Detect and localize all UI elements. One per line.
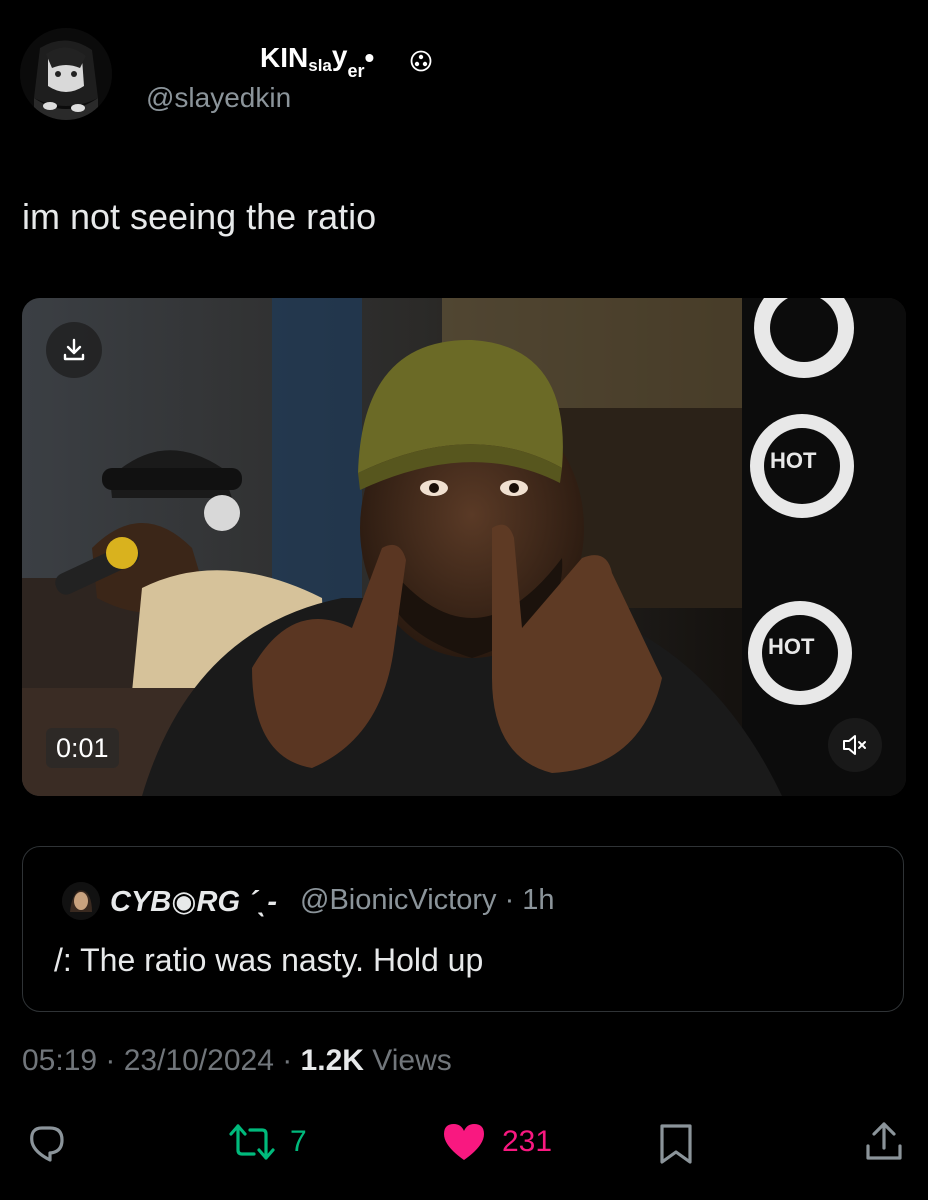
heart-filled-icon [444, 1124, 484, 1160]
bookmark-button[interactable] [656, 1122, 696, 1166]
retweet-button[interactable]: 7 [228, 1120, 307, 1164]
bookmark-icon [660, 1124, 692, 1164]
svg-text:HOT: HOT [768, 634, 815, 659]
author-avatar[interactable] [20, 28, 112, 120]
retweet-icon [229, 1124, 275, 1160]
quoted-tweet-text: /: The ratio was nasty. Hold up [54, 942, 484, 978]
share-icon [866, 1122, 902, 1160]
author-handle[interactable]: @slayedkin [146, 82, 291, 114]
views-label: Views [363, 1044, 452, 1077]
retweet-count: 7 [290, 1125, 307, 1158]
affiliation-badge-icon [410, 50, 432, 72]
download-button[interactable] [46, 322, 102, 378]
quoted-author-avatar[interactable] [62, 882, 100, 920]
reply-button[interactable] [24, 1122, 68, 1166]
share-button[interactable] [862, 1120, 906, 1164]
speaker-muted-icon [843, 735, 866, 755]
views-count: 1.2K [300, 1044, 364, 1077]
tweet-meta: 05:19 · 23/10/2024 · 1.2K Views [22, 1044, 452, 1078]
video-frame: HOT HOT [22, 298, 906, 796]
quoted-tweet-card[interactable] [22, 846, 904, 1012]
tweet-datetime[interactable]: 05:19 · 23/10/2024 · [22, 1044, 301, 1077]
like-count: 231 [502, 1125, 553, 1158]
download-icon [63, 338, 85, 361]
mute-button[interactable] [828, 718, 882, 772]
like-button[interactable]: 231 [440, 1120, 552, 1164]
svg-text:HOT: HOT [770, 448, 817, 473]
quoted-author-handle[interactable]: @BionicVictory · 1h [300, 884, 555, 917]
video-player[interactable]: HOT HOT [22, 298, 906, 796]
author-display-name[interactable]: KINslayer• [260, 40, 374, 81]
tweet-text: im not seeing the ratio [22, 196, 377, 237]
quoted-author-name[interactable]: CYB◉RG ˊˎ- [110, 884, 277, 919]
reply-icon [30, 1126, 64, 1162]
video-timestamp: 0:01 [46, 728, 119, 768]
